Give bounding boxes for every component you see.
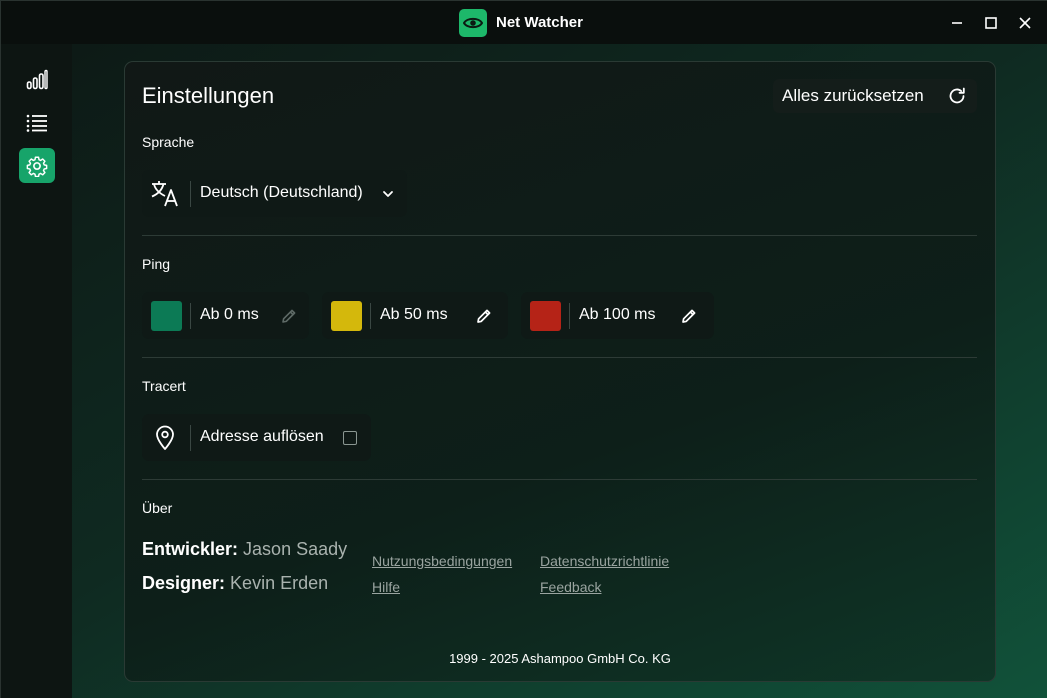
- privacy-link[interactable]: Datenschutzrichtlinie: [540, 553, 669, 569]
- signal-bars-icon: [26, 69, 48, 89]
- section-title-about: Über: [142, 500, 173, 516]
- divider: [142, 235, 977, 236]
- ping-threshold-50: Ab 50 ms: [322, 292, 508, 339]
- edit-button-disabled: [278, 305, 300, 327]
- maximize-icon: [985, 17, 997, 29]
- maximize-button[interactable]: [974, 9, 1008, 37]
- divider: [142, 357, 977, 358]
- language-value: Deutsch (Deutschland): [200, 184, 363, 201]
- sidebar-item-settings[interactable]: [19, 148, 55, 183]
- feedback-link[interactable]: Feedback: [540, 579, 601, 595]
- app-window: Net Watcher Einstellungen Alles zurückse…: [0, 0, 1047, 698]
- designer-credit: Designer: Kevin Erden: [142, 573, 328, 594]
- pencil-icon: [282, 309, 296, 323]
- edit-button[interactable]: [678, 305, 700, 327]
- close-button[interactable]: [1008, 9, 1042, 37]
- reset-all-button[interactable]: Alles zurücksetzen: [773, 79, 977, 113]
- color-swatch-green[interactable]: [151, 301, 182, 331]
- sidebar-item-list[interactable]: [19, 105, 55, 140]
- designer-name: Kevin Erden: [230, 573, 329, 593]
- ping-threshold-100: Ab 100 ms: [521, 292, 714, 339]
- color-swatch-yellow[interactable]: [331, 301, 362, 331]
- ping-threshold-label: Ab 0 ms: [200, 306, 259, 323]
- section-title-ping: Ping: [142, 256, 171, 272]
- title-bar: Net Watcher: [1, 1, 1047, 44]
- sidebar: [1, 44, 72, 698]
- ping-threshold-label: Ab 50 ms: [380, 306, 448, 323]
- chevron-down-icon: [383, 191, 393, 197]
- section-title-language: Sprache: [142, 134, 195, 150]
- minimize-button[interactable]: [940, 9, 974, 37]
- pencil-icon: [477, 309, 491, 323]
- resolve-address-label: Adresse auflösen: [200, 428, 324, 445]
- app-title: Net Watcher: [496, 14, 583, 31]
- translate-icon: [151, 181, 178, 207]
- close-icon: [1019, 17, 1031, 29]
- page-title: Einstellungen: [142, 83, 275, 108]
- terms-link[interactable]: Nutzungsbedingungen: [372, 553, 512, 569]
- list-icon: [26, 114, 47, 132]
- developer-role: Entwickler:: [142, 539, 239, 559]
- refresh-icon: [949, 87, 965, 104]
- reset-all-label: Alles zurücksetzen: [782, 86, 924, 105]
- language-select[interactable]: Deutsch (Deutschland): [142, 170, 407, 217]
- divider: [142, 479, 977, 480]
- designer-role: Designer:: [142, 573, 226, 593]
- help-link[interactable]: Hilfe: [372, 579, 400, 595]
- copyright-footer: 1999 - 2025 Ashampoo GmbH Co. KG: [449, 651, 671, 666]
- ping-threshold-label: Ab 100 ms: [579, 306, 656, 323]
- resolve-address-option[interactable]: Adresse auflösen: [142, 414, 371, 461]
- minimize-icon: [952, 22, 962, 24]
- resolve-address-checkbox[interactable]: [343, 431, 357, 445]
- section-title-tracert: Tracert: [142, 378, 186, 394]
- edit-button[interactable]: [473, 305, 495, 327]
- eye-icon: [459, 9, 487, 37]
- color-swatch-red[interactable]: [530, 301, 561, 331]
- developer-credit: Entwickler: Jason Saady: [142, 539, 347, 560]
- developer-name: Jason Saady: [243, 539, 348, 559]
- location-pin-icon: [156, 425, 174, 450]
- gear-icon: [26, 156, 48, 177]
- sidebar-item-statistics[interactable]: [19, 62, 55, 97]
- ping-threshold-0: Ab 0 ms: [142, 292, 309, 339]
- pencil-icon: [682, 309, 696, 323]
